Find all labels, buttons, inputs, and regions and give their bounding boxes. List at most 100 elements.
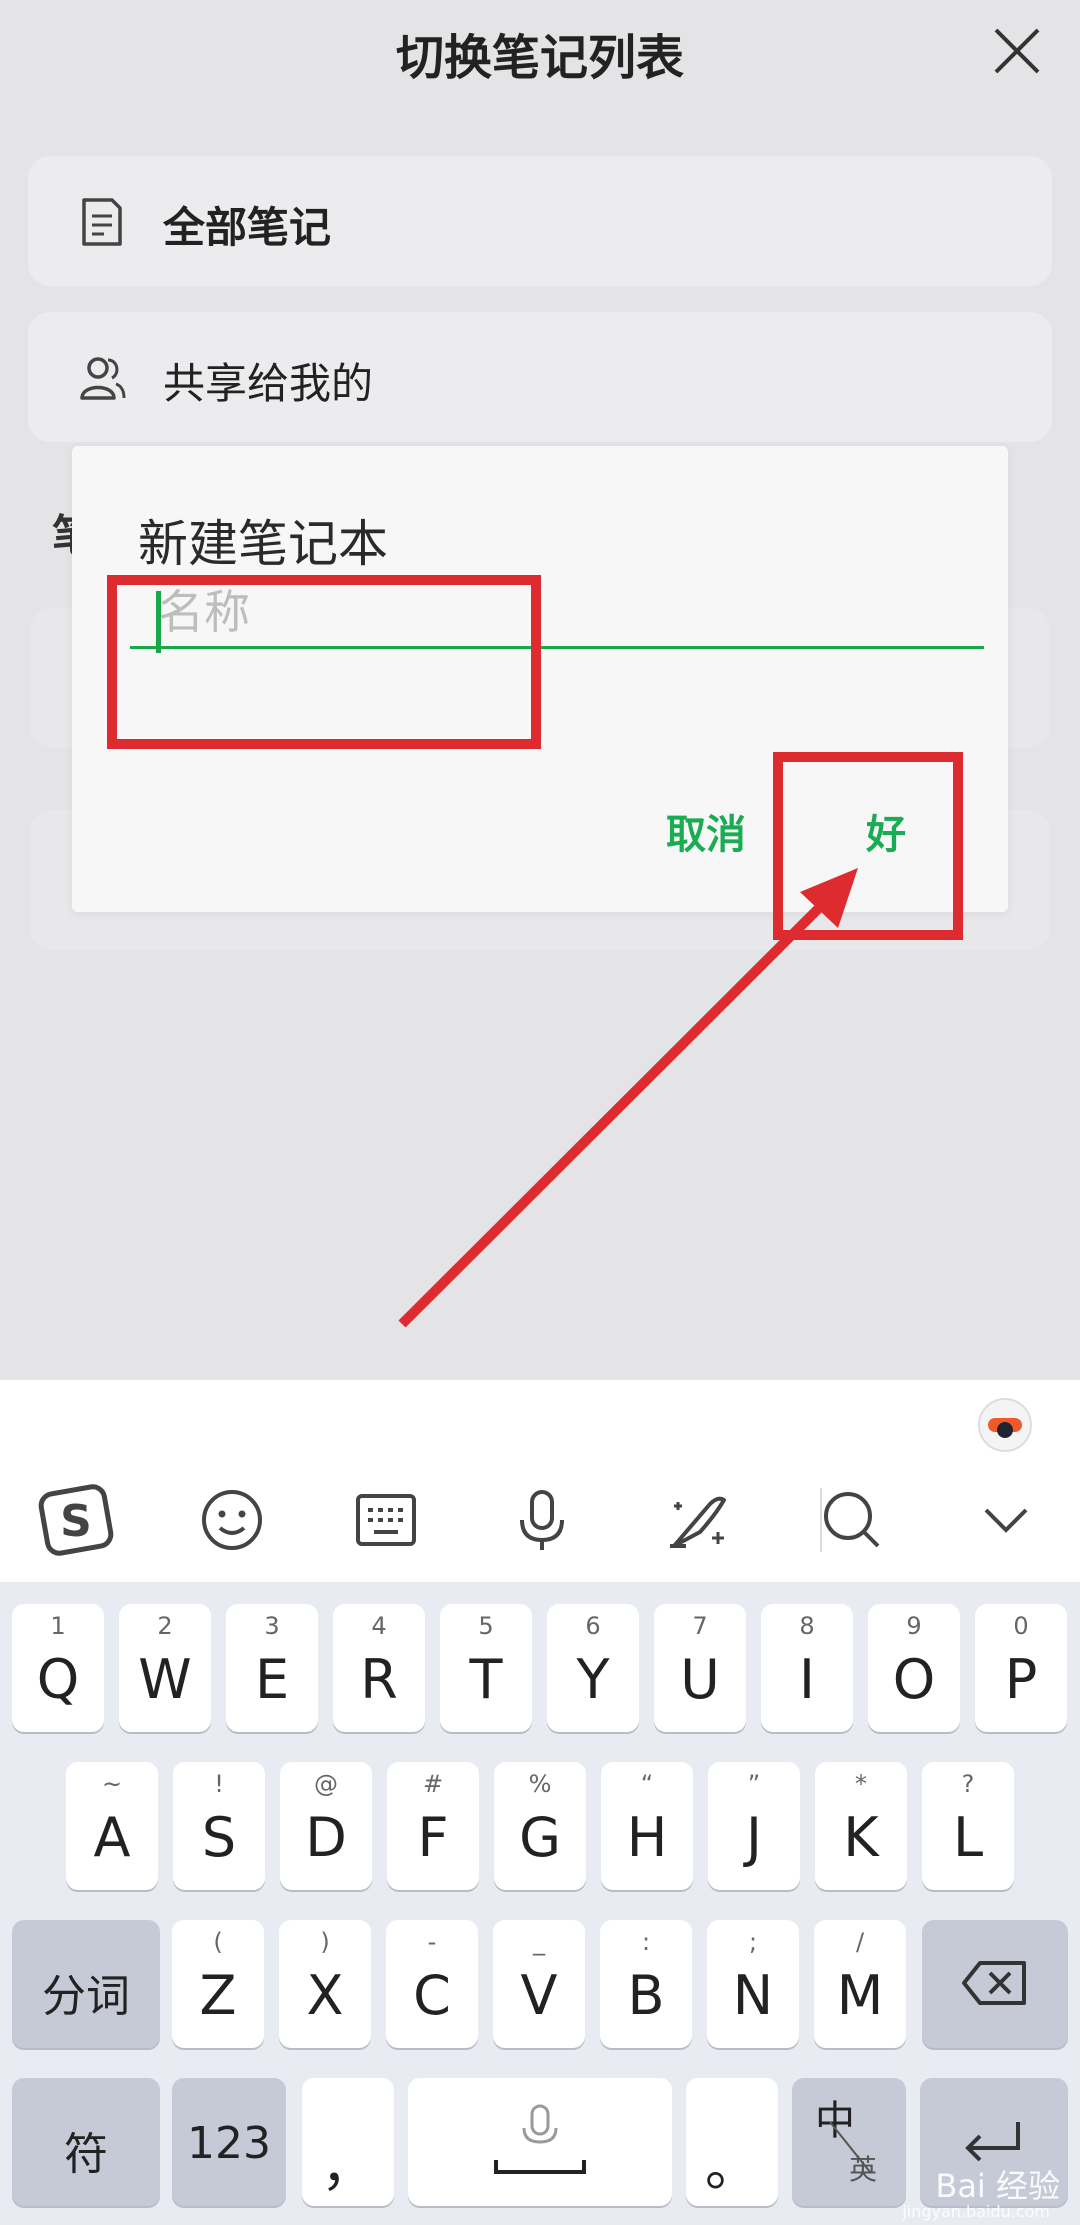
- all-notes-item[interactable]: 全部笔记: [28, 156, 1052, 286]
- key-hint: @: [314, 1770, 338, 1798]
- key-x[interactable]: ) X: [279, 1920, 371, 2048]
- key-p[interactable]: 0P: [975, 1604, 1067, 1732]
- key-hint: 0: [1013, 1612, 1029, 1640]
- dialog-title: 新建笔记本: [138, 515, 388, 573]
- shared-label: 共享给我的: [163, 359, 374, 408]
- segment-key[interactable]: 分词: [12, 1920, 160, 2048]
- keyboard: S 1 Q 2 W 3 E 4 R 5 T 6 Y 7 U 8 I 9 O 0 …: [0, 1380, 1080, 2225]
- arrow-line: [398, 901, 826, 1328]
- key-h[interactable]: “H: [601, 1762, 693, 1890]
- key-g[interactable]: % G: [494, 1762, 586, 1890]
- search-icon[interactable]: [812, 1480, 892, 1560]
- key-d[interactable]: @ D: [280, 1762, 372, 1890]
- key-hint: (: [213, 1928, 223, 1956]
- key-hint: /: [855, 1928, 865, 1956]
- key-o[interactable]: 9O: [868, 1604, 960, 1732]
- microphone-icon[interactable]: [502, 1480, 582, 1560]
- mascot-icon[interactable]: [974, 1392, 1036, 1454]
- key-b[interactable]: :B: [600, 1920, 692, 2048]
- handwriting-icon[interactable]: [656, 1480, 736, 1560]
- symbol-key[interactable]: 符: [12, 2078, 160, 2206]
- key-i[interactable]: 8I: [761, 1604, 853, 1732]
- key-letter: P: [1004, 1648, 1038, 1711]
- key-letter: V: [520, 1964, 558, 2027]
- key-hint: 3: [264, 1612, 280, 1640]
- page-title: 切换笔记列表: [395, 30, 684, 86]
- key-m[interactable]: / M: [814, 1920, 906, 2048]
- svg-text:S: S: [60, 1496, 92, 1547]
- emoji-icon[interactable]: [192, 1480, 272, 1560]
- key-letter: Z: [199, 1964, 237, 2027]
- key-letter: W: [138, 1648, 192, 1711]
- key-letter: G: [519, 1806, 561, 1869]
- key-letter: J: [746, 1806, 762, 1869]
- key-hint: 7: [692, 1612, 708, 1640]
- key-hint: 5: [478, 1612, 494, 1640]
- key-hint: ): [320, 1928, 330, 1956]
- language-switch-key[interactable]: 中 英: [792, 2078, 906, 2206]
- key-hint: %: [528, 1770, 552, 1798]
- key-hint: *: [855, 1770, 867, 1798]
- key-q[interactable]: 1Q: [12, 1604, 104, 1732]
- period-key[interactable]: 。: [686, 2078, 778, 2206]
- key-hint: “: [640, 1770, 654, 1798]
- key-v[interactable]: _ V: [493, 1920, 585, 2048]
- key-f[interactable]: # F: [387, 1762, 479, 1890]
- watermark-site: jingyan.baidu.com: [902, 2202, 1050, 2221]
- key-a[interactable]: ~ A: [66, 1762, 158, 1890]
- note-icon: [82, 198, 122, 246]
- key-hint: 1: [50, 1612, 66, 1640]
- key-hint: ~: [101, 1770, 123, 1798]
- text-cursor: [156, 591, 161, 653]
- shared-item[interactable]: 共享给我的: [28, 312, 1052, 442]
- chevron-down-icon[interactable]: [966, 1480, 1046, 1560]
- key-j[interactable]: ” J: [708, 1762, 800, 1890]
- key-s[interactable]: ! S: [173, 1762, 265, 1890]
- close-icon[interactable]: [988, 22, 1046, 80]
- divider-slash-icon: [829, 2121, 871, 2173]
- backspace-key[interactable]: [922, 1920, 1068, 2048]
- key-letter: E: [254, 1648, 290, 1711]
- shared-users-icon: [80, 357, 126, 400]
- key-letter: D: [305, 1806, 347, 1869]
- key-z[interactable]: (Z: [172, 1920, 264, 2048]
- ok-button[interactable]: 好: [866, 802, 906, 860]
- key-t[interactable]: 5T: [440, 1604, 532, 1732]
- cancel-button[interactable]: 取消: [666, 802, 746, 860]
- key-w[interactable]: 2W: [119, 1604, 211, 1732]
- key-hint: ?: [961, 1770, 975, 1798]
- key-l[interactable]: ? L: [922, 1762, 1014, 1890]
- key-hint: ”: [747, 1770, 761, 1798]
- key-hint: #: [422, 1770, 444, 1798]
- comma-key[interactable]: ，: [302, 2078, 394, 2206]
- key-hint: 2: [157, 1612, 173, 1640]
- number-key[interactable]: 123: [172, 2078, 286, 2206]
- key-letter: O: [892, 1648, 936, 1711]
- key-c[interactable]: -C: [386, 1920, 478, 2048]
- key-letter: B: [627, 1964, 665, 2027]
- backspace-icon: [962, 1961, 1026, 2005]
- notebook-name-input[interactable]: [130, 578, 984, 649]
- key-k[interactable]: * K: [815, 1762, 907, 1890]
- keyboard-layout-icon[interactable]: [346, 1480, 426, 1560]
- key-hint: !: [214, 1770, 224, 1798]
- key-letter: S: [201, 1806, 237, 1869]
- key-e[interactable]: 3E: [226, 1604, 318, 1732]
- key-hint: ;: [748, 1928, 758, 1956]
- key-letter: X: [306, 1964, 344, 2027]
- key-y[interactable]: 6Y: [547, 1604, 639, 1732]
- key-u[interactable]: 7U: [654, 1604, 746, 1732]
- key-hint: -: [427, 1928, 437, 1956]
- header: 切换笔记列表: [0, 0, 1080, 110]
- all-notes-label: 全部笔记: [163, 203, 332, 252]
- sogou-logo-icon[interactable]: S: [36, 1480, 116, 1560]
- keyboard-toolbar: S: [0, 1380, 1080, 1582]
- space-key[interactable]: [408, 2078, 672, 2206]
- key-hint: 9: [906, 1612, 922, 1640]
- key-r[interactable]: 4R: [333, 1604, 425, 1732]
- key-letter: U: [680, 1648, 720, 1711]
- key-letter: K: [843, 1806, 879, 1869]
- key-hint: :: [641, 1928, 651, 1956]
- key-hint: 4: [371, 1612, 387, 1640]
- key-n[interactable]: ; N: [707, 1920, 799, 2048]
